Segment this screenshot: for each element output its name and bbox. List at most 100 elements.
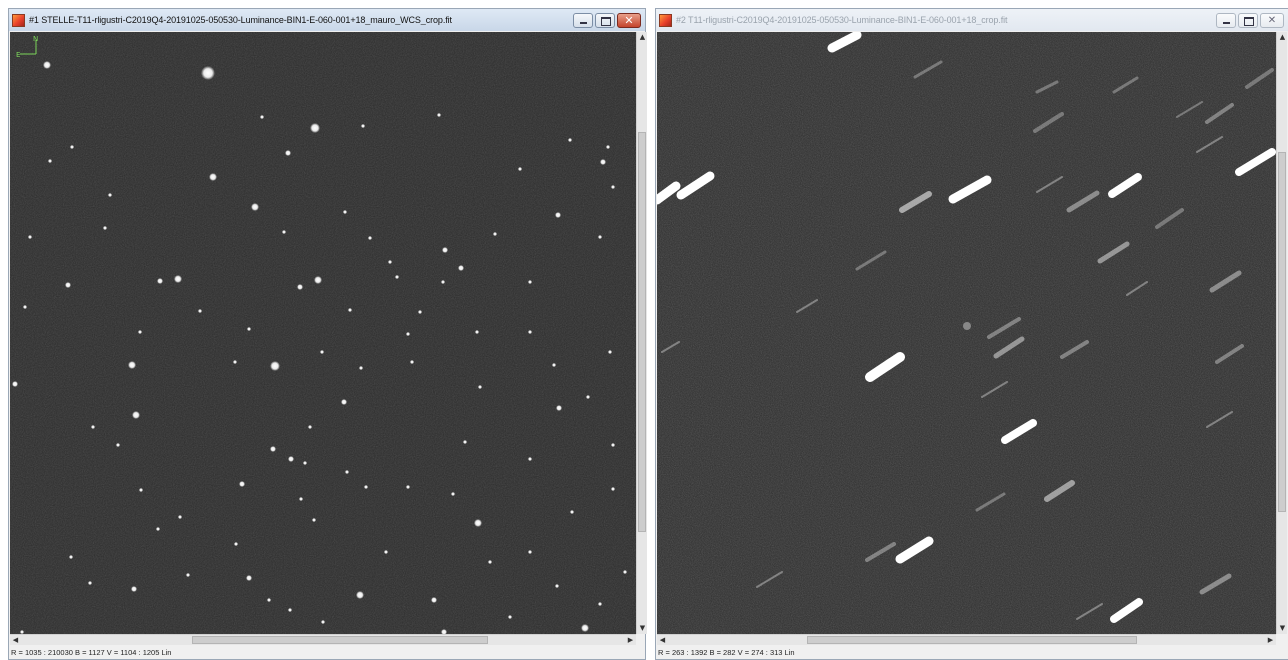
minimize-button[interactable] [573,12,593,28]
star [69,555,73,559]
image-window-1[interactable]: #1 STELLE-T11-rligustri-C2019Q4-20191025… [8,8,647,660]
star [437,113,441,117]
star [556,405,562,411]
window-2-title-bar[interactable]: #2 T11-rligustri-C2019Q4-20191025-050530… [656,9,1288,31]
star [581,624,589,632]
star [528,280,532,284]
star [246,575,252,581]
star [418,310,422,314]
scroll-left-arrow-icon[interactable]: ◀ [10,635,21,646]
star [251,203,259,211]
star [270,361,280,371]
star [608,350,612,354]
image-canvas-2[interactable] [657,32,1276,634]
scroll-up-arrow-icon[interactable]: ▲ [1277,32,1288,43]
star [201,66,215,80]
star [568,138,572,142]
window-1-caption-buttons: ✕ [573,12,641,28]
vertical-scroll-thumb[interactable] [638,132,646,532]
star [65,282,71,288]
star [611,443,615,447]
star [138,330,142,334]
app-icon[interactable] [659,13,672,27]
star [388,260,392,264]
window-2-status-bar: R = 263 : 1392 B = 282 V = 274 : 313 Lin [658,648,795,657]
scroll-down-arrow-icon[interactable]: ▼ [637,623,648,634]
minimize-button[interactable] [1216,12,1236,28]
scroll-down-arrow-icon[interactable]: ▼ [1277,623,1288,634]
star [384,550,388,554]
star [91,425,95,429]
scroll-right-arrow-icon[interactable]: ▶ [625,635,636,646]
image-canvas-1[interactable]: N E [10,32,636,634]
star [623,570,627,574]
vertical-scroll-thumb[interactable] [1278,152,1286,512]
star [209,173,217,181]
star [475,330,479,334]
horizontal-scrollbar[interactable]: ◀ ▶ [10,634,636,645]
star [395,275,399,279]
star [555,584,559,588]
star [348,308,352,312]
window-2-title: #2 T11-rligustri-C2019Q4-20191025-050530… [676,15,1008,25]
horizontal-scrollbar[interactable]: ◀ ▶ [657,634,1276,645]
horizontal-scroll-thumb[interactable] [192,636,488,644]
star [463,440,467,444]
star [606,145,610,149]
star [156,527,160,531]
star [282,230,286,234]
star [493,232,497,236]
star [234,542,238,546]
star [12,381,18,387]
star [178,515,182,519]
star [321,620,325,624]
star [361,124,365,128]
close-icon: ✕ [1267,14,1277,26]
star [303,461,307,465]
star [552,363,556,367]
star [174,275,182,283]
star [23,305,27,309]
app-icon[interactable] [12,13,25,27]
scroll-right-arrow-icon[interactable]: ▶ [1265,635,1276,646]
star [410,360,414,364]
star [157,278,163,284]
image-window-2[interactable]: #2 T11-rligustri-C2019Q4-20191025-050530… [655,8,1288,660]
star [314,276,322,284]
star [368,236,372,240]
star [441,280,445,284]
star [528,550,532,554]
scroll-left-arrow-icon[interactable]: ◀ [657,635,668,646]
star [488,560,492,564]
star [356,591,364,599]
maximize-icon [1244,16,1254,26]
star [406,332,410,336]
close-button[interactable]: ✕ [617,12,641,28]
window-1-title-bar[interactable]: #1 STELLE-T11-rligustri-C2019Q4-20191025… [9,9,645,31]
maximize-button[interactable] [1238,12,1258,28]
star [598,602,602,606]
star [116,443,120,447]
scroll-up-arrow-icon[interactable]: ▲ [637,32,648,43]
star [48,159,52,163]
minimize-icon [580,21,587,24]
star [70,145,74,149]
star [310,123,320,133]
star [359,366,363,370]
star [267,598,271,602]
star-field-image: N E [10,32,636,634]
vertical-scrollbar[interactable]: ▲ ▼ [636,32,647,634]
star [108,193,112,197]
star [288,456,294,462]
star [88,581,92,585]
compass-north-label: N [33,35,38,43]
star [103,226,107,230]
star [186,573,190,577]
close-button[interactable]: ✕ [1260,12,1284,28]
star [586,395,590,399]
horizontal-scroll-thumb[interactable] [807,636,1137,644]
vertical-scrollbar[interactable]: ▲ ▼ [1276,32,1287,634]
maximize-button[interactable] [595,12,615,28]
star [233,360,237,364]
star [312,518,316,522]
